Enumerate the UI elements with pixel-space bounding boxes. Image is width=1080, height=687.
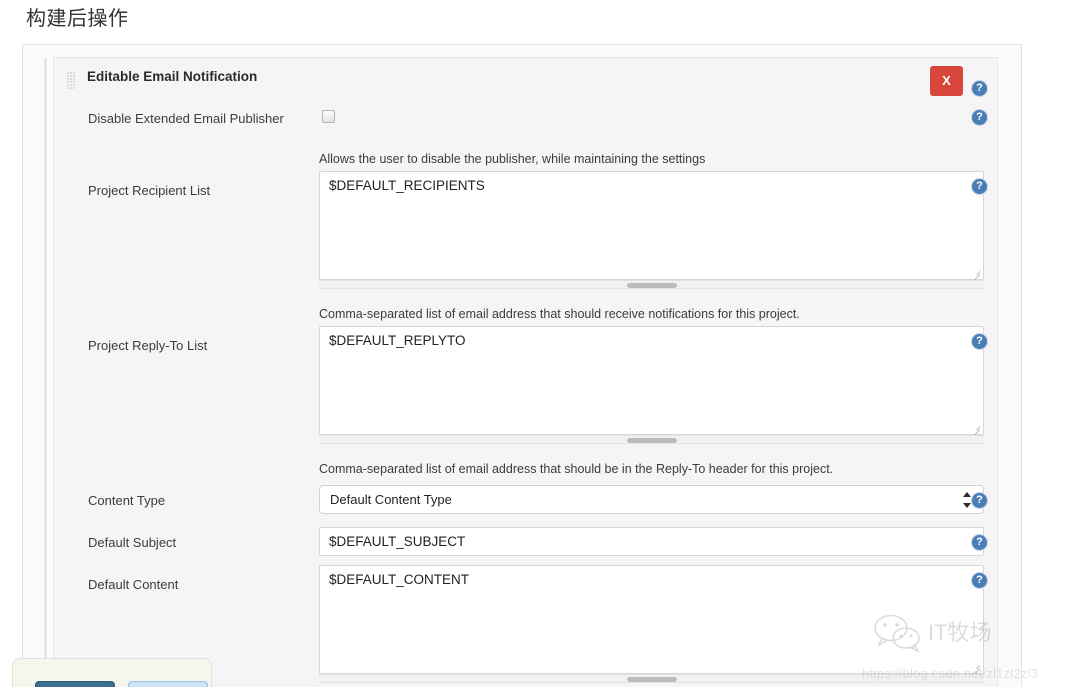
help-icon-project-reply-to-list[interactable]: ? [971,333,988,350]
scrollbar-thumb[interactable] [626,677,677,682]
help-icon-default-content[interactable]: ? [971,572,988,589]
editable-email-notification-panel: Editable Email Notification X ? Disable … [53,57,998,687]
help-icon-panel[interactable]: ? [971,80,988,97]
page-title: 构建后操作 [26,8,129,30]
description-disable-publisher: Allows the user to disable the publisher… [319,152,706,166]
input-default-subject-value: $DEFAULT_SUBJECT [329,534,466,549]
scrollbar-project-reply-to-list[interactable] [319,435,984,444]
textarea-project-recipient-list[interactable]: $DEFAULT_RECIPIENTS [319,171,984,281]
scrollbar-default-content[interactable] [319,674,984,683]
textarea-project-recipient-list-value: $DEFAULT_RECIPIENTS [329,178,485,193]
panel-title: Editable Email Notification [87,69,258,84]
checkbox-disable-publisher[interactable] [322,110,335,123]
textarea-project-reply-to-list-value: $DEFAULT_REPLYTO [329,333,466,348]
description-project-recipient-list: Comma-separated list of email address th… [319,307,800,321]
label-default-content: Default Content [88,577,179,592]
scrollbar-thumb[interactable] [626,438,677,443]
textarea-default-content[interactable]: $DEFAULT_CONTENT [319,565,984,675]
panel-left-rail [44,58,47,687]
textarea-project-reply-to-list[interactable]: $DEFAULT_REPLYTO [319,326,984,436]
label-disable-publisher: Disable Extended Email Publisher [88,111,284,126]
resize-handle-icon[interactable] [970,422,981,436]
select-content-type[interactable]: Default Content Type [319,485,984,514]
resize-handle-icon[interactable] [970,267,981,281]
help-icon-default-subject[interactable]: ? [971,534,988,551]
save-button[interactable] [35,681,115,687]
close-button[interactable]: X [930,66,963,96]
scrollbar-project-recipient-list[interactable] [319,280,984,289]
screen: 构建后操作 Editable Email Notification X ? Di… [0,0,1080,687]
help-icon-disable-publisher[interactable]: ? [971,109,988,126]
scrollbar-thumb[interactable] [626,283,677,288]
help-icon-content-type[interactable]: ? [971,492,988,509]
help-icon-project-recipient-list[interactable]: ? [971,178,988,195]
resize-handle-icon[interactable] [970,661,981,675]
input-default-subject[interactable]: $DEFAULT_SUBJECT [319,527,984,556]
label-project-recipient-list: Project Recipient List [88,183,211,198]
description-project-reply-to-list: Comma-separated list of email address th… [319,462,834,476]
save-action-bar [12,658,212,687]
post-build-actions-container: Editable Email Notification X ? Disable … [22,44,1022,687]
apply-button[interactable] [128,681,208,687]
label-content-type: Content Type [88,493,166,508]
select-content-type-value: Default Content Type [330,492,452,507]
textarea-default-content-value: $DEFAULT_CONTENT [329,572,470,587]
drag-handle-icon[interactable] [67,72,76,89]
panel-header: Editable Email Notification X ? [54,58,997,97]
label-project-reply-to-list: Project Reply-To List [88,338,208,353]
label-default-subject: Default Subject [88,535,177,550]
